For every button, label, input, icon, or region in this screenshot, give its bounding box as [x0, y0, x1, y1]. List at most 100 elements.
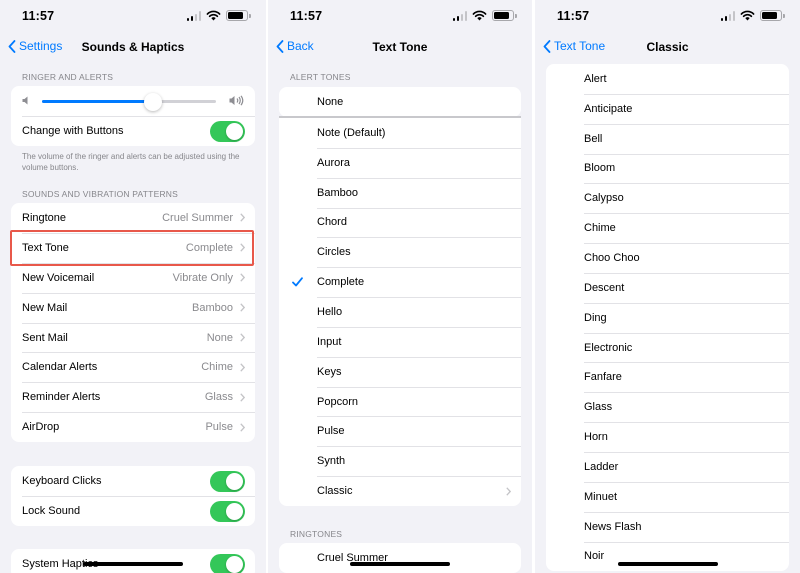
home-indicator[interactable]	[617, 562, 718, 566]
tone-label: Hello	[317, 305, 343, 318]
tone-label: Aurora	[317, 156, 351, 169]
lock-sound-toggle[interactable]	[210, 500, 245, 522]
tone-item[interactable]: Hello	[279, 297, 521, 327]
keyboard-clicks-row: Keyboard Clicks	[11, 466, 255, 496]
ringer-alerts-header: RINGER AND ALERTS	[22, 72, 114, 82]
status-time: 11:57	[557, 9, 590, 23]
tone-label: Fanfare	[584, 371, 622, 384]
tone-item[interactable]: Synth	[279, 446, 521, 476]
tone-item[interactable]: Aurora	[279, 147, 521, 178]
row-value: Pulse	[205, 421, 233, 434]
battery-icon	[760, 10, 785, 21]
speaker-low-icon	[22, 96, 28, 105]
row-value: Glass	[204, 391, 233, 404]
row-value: Vibrate Only	[172, 271, 233, 284]
haptics-group: System Haptics	[11, 549, 255, 573]
new-mail-row[interactable]: New Mail Bamboo	[11, 292, 255, 323]
tone-item[interactable]: Note (Default)	[279, 118, 521, 148]
keyboard-group: Keyboard Clicks Lock Sound	[11, 466, 255, 526]
classic-tone-item[interactable]: Bloom	[546, 153, 789, 184]
status-icons	[720, 10, 785, 21]
tone-none[interactable]: None	[279, 87, 521, 117]
tone-label: None	[317, 95, 344, 108]
nav-bar: Back Text Tone	[268, 34, 532, 60]
wifi-icon	[740, 10, 755, 21]
tone-label: Bell	[584, 132, 603, 145]
system-haptics-toggle[interactable]	[210, 554, 245, 573]
status-bar: 11:57	[0, 0, 266, 34]
tone-item[interactable]: Popcorn	[279, 386, 521, 417]
tone-item[interactable]: Keys	[279, 356, 521, 387]
airdrop-row[interactable]: AirDrop Pulse	[11, 412, 255, 442]
tone-item[interactable]: Complete	[279, 267, 521, 297]
status-time: 11:57	[22, 9, 55, 23]
ringtone-row[interactable]: Ringtone Cruel Summer	[11, 203, 255, 233]
tone-label: Calypso	[584, 192, 624, 205]
home-indicator[interactable]	[350, 562, 450, 566]
tone-label: Ladder	[584, 460, 619, 473]
chevron-right-icon	[240, 213, 245, 223]
classic-tone-item[interactable]: Glass	[546, 392, 789, 422]
classic-tone-item[interactable]: Bell	[546, 123, 789, 154]
row-label: Sent Mail	[22, 331, 68, 344]
classic-tone-item[interactable]: Chime	[546, 213, 789, 243]
status-time: 11:57	[290, 9, 323, 23]
row-value: Cruel Summer	[162, 211, 233, 224]
tone-item[interactable]: Input	[279, 326, 521, 357]
page-title: Text Tone	[372, 40, 428, 54]
reminder-alerts-row[interactable]: Reminder Alerts Glass	[11, 382, 255, 412]
ringer-group: Change with Buttons	[11, 86, 255, 146]
calendar-alerts-row[interactable]: Calendar Alerts Chime	[11, 352, 255, 382]
change-with-buttons-toggle[interactable]	[210, 121, 245, 142]
classic-tone-item[interactable]: Alert	[546, 64, 789, 94]
wifi-icon	[206, 10, 221, 21]
classic-tone-item[interactable]: Minuet	[546, 481, 789, 512]
tone-label: Input	[317, 335, 342, 348]
tone-item[interactable]: Circles	[279, 237, 521, 267]
classic-tone-item[interactable]: Horn	[546, 422, 789, 452]
home-indicator[interactable]	[83, 562, 183, 566]
volume-slider[interactable]	[42, 93, 216, 111]
ringtones-header: RINGTONES	[290, 529, 343, 539]
sent-mail-row[interactable]: Sent Mail None	[11, 322, 255, 353]
tone-label: Keys	[317, 365, 342, 378]
classic-tone-item[interactable]: Choo Choo	[546, 243, 789, 273]
nav-bar: Text Tone Classic	[535, 34, 800, 60]
volume-knob[interactable]	[144, 93, 163, 111]
tone-label: Minuet	[584, 490, 618, 503]
tone-label: Chime	[584, 222, 616, 235]
status-bar: 11:57	[268, 0, 532, 34]
classic-tone-item[interactable]: Noir	[546, 541, 789, 572]
keyboard-clicks-toggle[interactable]	[210, 471, 245, 492]
tone-item[interactable]: Pulse	[279, 416, 521, 446]
tone-label: Noir	[584, 550, 605, 563]
ringtone-item[interactable]: Cruel Summer	[279, 543, 521, 573]
row-value: Chime	[201, 361, 233, 374]
classic-tone-item[interactable]: Descent	[546, 272, 789, 303]
cellular-signal-icon	[186, 11, 201, 21]
tone-label: Chord	[317, 216, 347, 229]
classic-tone-item[interactable]: Electronic	[546, 332, 789, 363]
classic-tone-item[interactable]: News Flash	[546, 511, 789, 542]
change-with-buttons-row: Change with Buttons	[11, 116, 255, 146]
nav-bar: Settings Sounds & Haptics	[0, 34, 266, 60]
tone-item[interactable]: Classic	[279, 476, 521, 506]
text-tone-highlight	[10, 230, 254, 266]
new-voicemail-row[interactable]: New Voicemail Vibrate Only	[11, 262, 255, 293]
classic-tone-item[interactable]: Calypso	[546, 183, 789, 213]
system-haptics-row: System Haptics	[11, 549, 255, 573]
classic-tone-item[interactable]: Ladder	[546, 451, 789, 482]
tone-label: Note (Default)	[317, 126, 386, 139]
status-icons	[186, 10, 251, 21]
chevron-right-icon	[240, 333, 245, 342]
tone-label: Popcorn	[317, 395, 358, 408]
tone-item[interactable]: Bamboo	[279, 177, 521, 208]
battery-icon	[226, 10, 251, 21]
classic-tone-item[interactable]: Fanfare	[546, 362, 789, 392]
row-label: New Mail	[22, 301, 68, 314]
classic-tone-item[interactable]: Anticipate	[546, 93, 789, 124]
classic-tone-item[interactable]: Ding	[546, 302, 789, 333]
tone-label: Horn	[584, 431, 608, 444]
row-label: Ringtone	[22, 211, 67, 224]
tone-item[interactable]: Chord	[279, 207, 521, 238]
